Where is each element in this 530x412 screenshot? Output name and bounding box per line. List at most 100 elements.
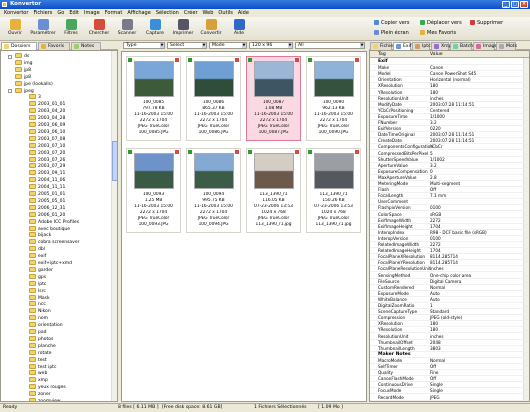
tab-notes[interactable]: Notes	[71, 42, 101, 50]
tree-folder-item[interactable]: cobra screensaver	[29, 239, 79, 246]
thumbnail-item[interactable]: 100_0086 865.37 KB 11-16-2003 15:00 2272 x …	[186, 56, 241, 141]
tree-folder-item[interactable]: gps	[29, 273, 46, 281]
toolbar-button-0[interactable]: Ouvrir	[2, 18, 28, 40]
menu-item-7[interactable]: Sélection	[156, 10, 179, 16]
thumbnail-item[interactable]: 113_1390_r1 116.05 KB 07-23-2006 13:53 1024…	[246, 148, 301, 233]
tree-folder-item[interactable]: bijack	[29, 232, 51, 239]
scrollbar-thumb[interactable]	[112, 141, 117, 181]
tree-folder-item[interactable]: 2005_01_01	[29, 191, 65, 198]
menu-item-3[interactable]: Edit	[69, 10, 79, 16]
thumbnail-item[interactable]: 100_0093 1.25 MB 11-16-2003 15:00 2272 x 17…	[126, 148, 181, 233]
tree-folder-item[interactable]: web	[29, 370, 47, 377]
close-button[interactable]: ×	[520, 1, 528, 8]
thumbnail-item[interactable]: 100_0087 1.08 MB 11-16-2003 15:00 2272 x 17…	[246, 56, 301, 141]
tree-folder-item[interactable]: zoomview	[29, 398, 61, 401]
copy-to-button[interactable]: Copier vers	[374, 19, 410, 26]
tree-folder-item[interactable]: 2003_06_09	[29, 122, 65, 129]
tree-folder-item[interactable]: 2003_04_28	[29, 115, 65, 122]
thumbnail-item[interactable]: 100_0085 797.78 KB 11-16-2003 15:00 2272 x …	[126, 56, 181, 141]
filter-all-select[interactable]: All ▼	[295, 42, 365, 49]
thumbnail-item[interactable]: 113_1390_r1 150.26 KB 07-23-2006 13:53 1024…	[306, 148, 361, 233]
tree-folder-item[interactable]: jp8	[15, 73, 31, 81]
tree-folder-item[interactable]: Nikon	[29, 308, 51, 315]
tab-favoris[interactable]: Favoris	[38, 42, 70, 50]
toolbar-button-8[interactable]: Aide	[226, 18, 252, 40]
toolbar-button-7[interactable]: Convertir	[198, 18, 224, 40]
column-value[interactable]: Value	[430, 51, 443, 58]
type-select[interactable]: Type ▼	[123, 42, 165, 49]
tree-folder-item[interactable]: 2006_12_31	[29, 204, 65, 212]
tree-folder-item[interactable]: iptc	[29, 280, 46, 288]
tree-folder-item[interactable]: dbl	[29, 246, 45, 253]
tree-folder-item[interactable]: 2003_06_10	[29, 128, 65, 136]
fullscreen-button[interactable]: Plein écran	[374, 29, 409, 36]
tree-folder-item[interactable]: test iptc	[29, 363, 56, 371]
toolbar-button-5[interactable]: Capture	[142, 18, 168, 40]
expand-toggle-icon[interactable]	[8, 89, 12, 93]
tree-folder-item[interactable]: pad	[29, 329, 46, 336]
tree-folder-item[interactable]: nom	[29, 315, 48, 322]
menu-item-0[interactable]: Konvertor	[4, 10, 28, 16]
tree-folder-item[interactable]: avec boutique	[29, 225, 70, 233]
tree-folder-item[interactable]: photos	[29, 335, 53, 343]
toolbar-button-6[interactable]: Imprimer	[170, 18, 196, 40]
menu-item-9[interactable]: Web	[203, 10, 214, 16]
tree-folder-item[interactable]: 2003_07_08	[29, 135, 65, 143]
toolbar-button-4[interactable]: Scanner	[114, 18, 140, 40]
tab-xmp[interactable]: Xmp	[431, 42, 452, 50]
folder-tree[interactable]: ds img jp8 jp8 jpe (lookalls) jpeg 3 2003_01_01…	[0, 50, 118, 402]
tree-folder-item[interactable]: planche	[29, 342, 56, 350]
tree-folder-item[interactable]: 3	[29, 94, 41, 101]
toolbar-button-2[interactable]: Filtres	[58, 18, 84, 40]
tree-folder-item[interactable]: xmp	[29, 377, 48, 384]
menu-item-5[interactable]: Format	[105, 10, 123, 16]
menu-item-8[interactable]: Créer	[184, 10, 198, 16]
toolbar-button-3[interactable]: Chercher	[86, 18, 112, 40]
tree-folder-item[interactable]: exif	[29, 253, 46, 260]
menu-item-6[interactable]: Affichage	[127, 10, 151, 16]
tree-folder-item[interactable]: 2003_07_20	[29, 149, 65, 157]
tree-folder-item[interactable]: 2003_04_20	[29, 108, 65, 115]
tree-folder-item[interactable]: ds	[8, 53, 29, 60]
menu-item-2[interactable]: Go	[57, 10, 64, 16]
tab-image[interactable]: Image	[473, 42, 497, 50]
tree-folder-item[interactable]: 2003_09_11	[29, 170, 65, 177]
tab-iptc[interactable]: Iptc	[412, 42, 431, 50]
thumbnail-item[interactable]: 100_0090 962.13 KB 11-16-2003 15:00 2272 x …	[306, 56, 361, 141]
menu-item-4[interactable]: Image	[84, 10, 100, 16]
tree-folder-item[interactable]: jpe (lookalls)	[15, 80, 53, 88]
menu-item-11[interactable]: Aide	[238, 10, 249, 16]
favorites-button[interactable]: Mes Favoris	[420, 29, 456, 36]
menu-item-1[interactable]: Fichiers	[33, 10, 52, 16]
minimize-button[interactable]: _	[502, 1, 510, 8]
maximize-button[interactable]: □	[511, 1, 519, 8]
tree-folder-item[interactable]: 2003_01_01	[29, 101, 65, 108]
size-select[interactable]: 120 x 96 ▼	[249, 42, 293, 49]
tree-folder-item[interactable]: orientation	[29, 322, 63, 329]
tree-folder-item[interactable]: yeux rouges	[29, 384, 66, 391]
tree-folder-item[interactable]: jp8	[15, 66, 31, 74]
tab-batch[interactable]: Batch	[450, 42, 473, 50]
mode-select[interactable]: Mode ▼	[209, 42, 247, 49]
tree-folder-item[interactable]: rotate	[29, 349, 52, 357]
tree-folder-item[interactable]: Adobe ICC Profiles	[29, 218, 79, 226]
tree-folder-item[interactable]: exif+iptc+xmd	[29, 260, 72, 267]
toolbar-button-1[interactable]: Paramétrer	[30, 18, 56, 40]
tab-fichier[interactable]: Fichier	[370, 42, 395, 50]
column-tag[interactable]: Tag	[378, 51, 386, 58]
tree-folder-item[interactable]: 2004_11_11	[29, 184, 65, 191]
tree-scrollbar[interactable]	[111, 51, 117, 401]
select-dropdown[interactable]: Select ▼	[167, 42, 207, 49]
menu-item-10[interactable]: Outils	[218, 10, 232, 16]
tree-folder-item[interactable]: zoner	[29, 391, 51, 398]
tree-folder-item[interactable]: 2005_05_01	[29, 197, 65, 205]
tab-mots[interactable]: Mots	[496, 42, 517, 50]
tree-folder-item[interactable]: 2003_07_26	[29, 156, 65, 164]
move-to-button[interactable]: Déplacer vers	[420, 19, 462, 26]
delete-button[interactable]: Supprimer	[470, 19, 503, 26]
tree-folder-item[interactable]: 2006_01_20	[29, 211, 65, 219]
tree-folder-item[interactable]: ncc	[29, 301, 46, 308]
tree-folder-item[interactable]: 2003_07_10	[29, 142, 65, 150]
tree-folder-item[interactable]: jpeg	[8, 87, 34, 95]
tree-folder-item[interactable]: test	[29, 356, 47, 364]
